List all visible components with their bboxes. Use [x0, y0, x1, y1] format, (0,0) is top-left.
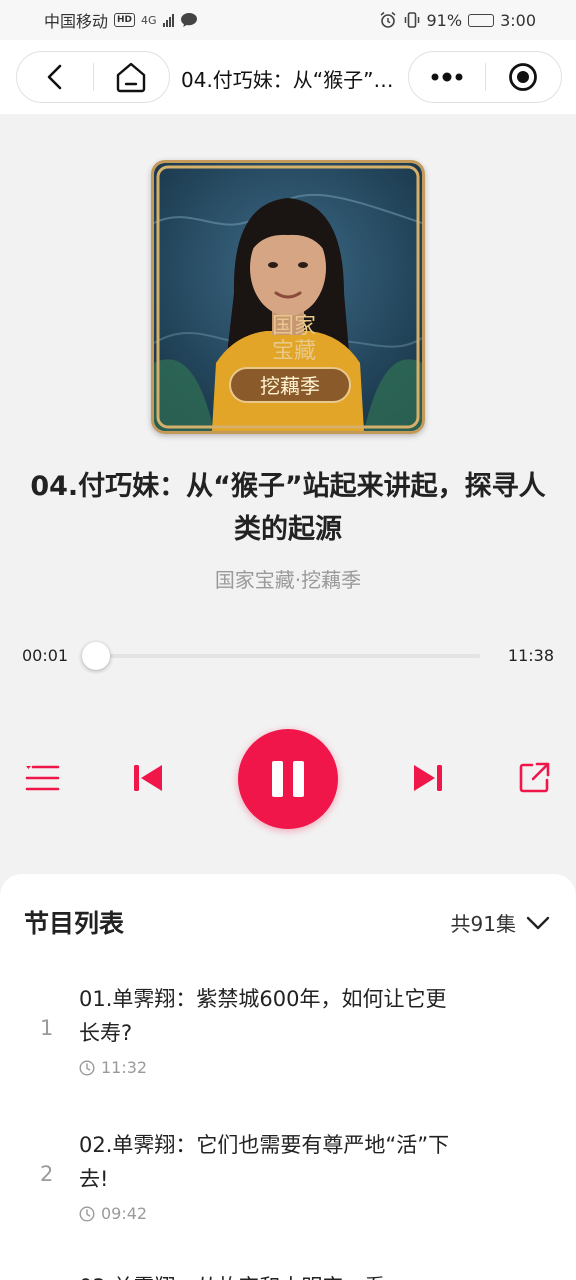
status-right: 91% 3:00	[379, 10, 536, 30]
pause-button[interactable]	[238, 729, 338, 829]
pause-icon	[272, 761, 304, 797]
svg-text:国家: 国家	[272, 314, 316, 339]
episode-title: 01.单霁翔：紫禁城600年，如何让它更长寿?	[79, 987, 447, 1045]
episode-duration-text: 09:42	[101, 1204, 148, 1223]
carrier-label: 中国移动	[44, 12, 109, 31]
status-left: 中国移动 HD 4G	[44, 8, 198, 32]
playlist-icon	[25, 765, 60, 791]
network-type-label: 4G	[141, 13, 157, 27]
cover-text: 挖藕季	[260, 374, 320, 398]
playlist-button[interactable]	[22, 758, 62, 798]
more-dots-icon	[431, 72, 463, 82]
cover-artwork: 国家 宝藏 挖藕季	[154, 163, 422, 431]
home-icon	[117, 62, 146, 93]
playlist-title: 节目列表	[24, 909, 125, 938]
status-bar: 中国移动 HD 4G 91% 3:00	[0, 0, 576, 40]
track-title: 04.付巧妹：从“猴子”站起来讲起，探寻人类的起源	[30, 471, 546, 545]
progress-bar[interactable]	[82, 642, 480, 670]
episode-duration: 11:32	[79, 1058, 147, 1077]
episode-item[interactable]: 2 02.单霁翔：它们也需要有尊严地“活”下去! 09:42	[0, 1124, 576, 1234]
previous-icon	[134, 765, 162, 791]
episode-item[interactable]: 1 01.单霁翔：紫禁城600年，如何让它更长寿? 11:32	[0, 978, 576, 1088]
more-button[interactable]	[409, 51, 485, 103]
clock-icon	[79, 1205, 95, 1222]
battery-percent: 91%	[426, 10, 463, 30]
nav-bar: 04.付巧妹：从“猴子”站起来讲起，探寻人类的起源	[0, 40, 576, 114]
next-icon	[414, 765, 442, 791]
message-icon	[180, 13, 197, 27]
share-icon	[519, 762, 550, 793]
episode-index: 2	[40, 1162, 54, 1186]
battery-icon	[468, 13, 495, 27]
home-button[interactable]	[94, 51, 170, 103]
episode-index: 1	[40, 1016, 54, 1040]
nav-title: 04.付巧妹：从“猴子”站起来讲起，探寻人类的起源	[181, 68, 396, 92]
signal-icon	[162, 13, 174, 27]
episode-duration-text: 11:32	[101, 1058, 148, 1077]
episode-title: 03.单霁翔：从故宫和大明宫，看	[79, 1270, 459, 1280]
alarm-icon	[380, 11, 395, 28]
episode-count: 共91集	[450, 912, 516, 936]
chevron-down-icon	[526, 916, 550, 929]
vibrate-icon	[404, 12, 419, 28]
hd-icon: HD	[114, 13, 136, 27]
clock-icon	[79, 1059, 95, 1076]
album-cover: 国家 宝藏 挖藕季	[151, 160, 425, 434]
current-time: 00:01	[22, 646, 69, 665]
back-button[interactable]	[17, 51, 93, 103]
episode-duration: 09:42	[79, 1204, 147, 1223]
progress-thumb[interactable]	[82, 642, 110, 670]
clock: 3:00	[500, 10, 536, 30]
close-miniapp-button[interactable]	[486, 51, 562, 103]
episode-count-toggle[interactable]: 共91集	[451, 908, 550, 937]
share-button[interactable]	[514, 758, 554, 798]
back-arrow-icon	[47, 64, 62, 90]
next-button[interactable]	[408, 758, 448, 798]
previous-button[interactable]	[128, 758, 168, 798]
episode-title: 02.单霁翔：它们也需要有尊严地“活”下去!	[79, 1133, 450, 1191]
playlist-panel: 节目列表 共91集 1 01.单霁翔：紫禁城600年，如何让它更长寿? 11:3…	[0, 874, 576, 1280]
album-name[interactable]: 国家宝藏·挖藕季	[0, 564, 576, 593]
nav-capsule-right	[408, 51, 562, 103]
svg-text:宝藏: 宝藏	[272, 339, 316, 364]
target-close-icon	[509, 63, 538, 91]
episode-item[interactable]: 03.单霁翔：从故宫和大明宫，看	[0, 1270, 576, 1280]
nav-capsule-left	[16, 51, 170, 103]
total-time: 11:38	[507, 646, 554, 665]
